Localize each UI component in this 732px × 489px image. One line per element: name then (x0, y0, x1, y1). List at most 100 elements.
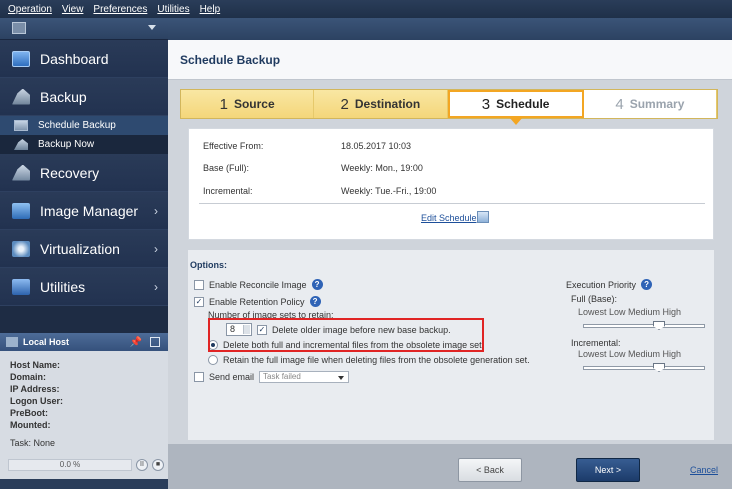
sidebar-item-virtualization[interactable]: Virtualization › (0, 230, 168, 268)
menu-view[interactable]: View (62, 4, 84, 15)
dashboard-icon (12, 50, 30, 67)
local-host-header: Local Host 📌 (0, 333, 168, 351)
sidebar-subitem-label: Backup Now (38, 139, 95, 150)
help-icon[interactable]: ? (309, 296, 321, 307)
reconcile-label: Enable Reconcile Image (209, 279, 307, 290)
reconcile-checkbox[interactable] (194, 279, 204, 290)
sidebar-item-dashboard[interactable]: Dashboard (0, 40, 168, 78)
full-base-label: Full (Base): (571, 294, 618, 304)
menu-help[interactable]: Help (200, 4, 221, 15)
incremental-priority-label: Incremental: (571, 338, 621, 348)
step-label: Schedule (496, 97, 550, 111)
incremental-value: Weekly: Tue.-Fri., 19:00 (341, 186, 437, 196)
retention-label: Enable Retention Policy (209, 296, 305, 307)
sidebar-item-schedule-backup[interactable]: Schedule Backup (0, 116, 168, 135)
utilities-icon (12, 278, 30, 295)
preboot-label: PreBoot: (10, 408, 48, 418)
task-progress-bar: 0.0 % (8, 459, 132, 471)
edit-schedule-link[interactable]: Edit Schedule (421, 213, 477, 223)
retention-checkbox[interactable]: ✓ (194, 296, 204, 307)
minimize-panel-button[interactable] (150, 337, 160, 347)
step-summary[interactable]: 4 Summary (583, 90, 717, 118)
sidebar-item-image-manager[interactable]: Image Manager › (0, 192, 168, 230)
back-button[interactable]: < Back (458, 458, 522, 482)
sidebar-item-label: Backup (40, 88, 87, 105)
priority-scale-labels: Lowest Low Medium High (578, 307, 682, 317)
sidebar-item-backup[interactable]: Backup (0, 78, 168, 116)
backup-now-icon (14, 139, 28, 150)
step-label: Summary (629, 97, 685, 111)
effective-from-value: 18.05.2017 10:03 (341, 141, 412, 151)
sidebar-item-label: Recovery (40, 164, 100, 181)
chevron-right-icon: › (154, 203, 158, 218)
retain-full-option: Retain the full image file when deleting… (208, 355, 530, 365)
step-schedule[interactable]: 3 Schedule (447, 90, 584, 125)
retain-full-label: Retain the full image file when deleting… (223, 355, 530, 365)
send-email-option: Send email Task failed (194, 371, 350, 383)
step-label: Destination (354, 97, 421, 111)
wizard-footer: < Back Next > Cancel (168, 444, 732, 489)
ip-address-label: IP Address: (10, 384, 60, 394)
menu-bar: Operation View Preferences Utilities Hel… (0, 0, 732, 18)
retention-option: ✓ Enable Retention Policy ? (194, 296, 321, 307)
next-button[interactable]: Next > (576, 458, 640, 482)
recovery-icon (12, 164, 30, 181)
pin-icon[interactable]: 📌 (130, 337, 142, 348)
reconcile-option: Enable Reconcile Image ? (194, 279, 323, 290)
schedule-icon (14, 120, 28, 131)
toolbar (0, 18, 168, 40)
send-email-label: Send email (209, 372, 255, 382)
image-manager-icon (12, 202, 30, 219)
dropdown-arrow-icon[interactable] (148, 25, 156, 30)
execution-priority-label: Execution Priority (566, 279, 637, 290)
step-number: 3 (481, 95, 491, 113)
cancel-link[interactable]: Cancel (690, 465, 718, 475)
toolbar-strip (168, 18, 732, 40)
help-icon[interactable]: ? (641, 279, 653, 290)
chevron-right-icon: › (154, 241, 158, 256)
backup-submenu: Schedule Backup Backup Now (0, 116, 168, 154)
send-email-checkbox[interactable] (194, 372, 204, 382)
priority-scale-labels: Lowest Low Medium High (578, 349, 682, 359)
base-full-label: Base (Full): (203, 163, 250, 173)
wizard-steps: 1 Source 2 Destination 3 Schedule 4 Summ… (180, 89, 718, 125)
sidebar-bottom-strip (0, 479, 168, 489)
help-icon[interactable]: ? (311, 279, 323, 290)
menu-preferences[interactable]: Preferences (93, 4, 147, 15)
incremental-priority-slider[interactable] (583, 366, 705, 370)
sidebar-item-utilities[interactable]: Utilities › (0, 268, 168, 306)
computer-icon (6, 337, 18, 347)
step-number: 1 (219, 95, 228, 113)
incremental-label: Incremental: (203, 186, 253, 196)
sidebar-item-recovery[interactable]: Recovery (0, 154, 168, 192)
effective-from-label: Effective From: (203, 141, 264, 151)
sidebar-subitem-label: Schedule Backup (38, 120, 116, 131)
local-host-title: Local Host (23, 337, 70, 347)
step-number: 2 (340, 95, 349, 113)
stop-button[interactable]: ■ (152, 459, 164, 471)
logon-user-label: Logon User: (10, 396, 63, 406)
options-title: Options: (190, 260, 227, 270)
step-destination[interactable]: 2 Destination (314, 90, 448, 118)
calendar-icon[interactable] (477, 211, 489, 223)
menu-utilities[interactable]: Utilities (157, 4, 189, 15)
retain-full-radio[interactable] (208, 355, 218, 365)
sidebar-item-backup-now[interactable]: Backup Now (0, 135, 168, 154)
step-source[interactable]: 1 Source (181, 90, 315, 118)
base-full-value: Weekly: Mon., 19:00 (341, 163, 423, 173)
email-condition-select[interactable]: Task failed (259, 371, 350, 383)
step-number: 4 (615, 95, 624, 113)
options-panel: Options: Enable Reconcile Image ? ✓ Enab… (188, 250, 714, 440)
menu-operation[interactable]: Operation (8, 4, 52, 15)
monitor-icon[interactable] (12, 22, 26, 34)
divider (199, 203, 705, 204)
main-content: Schedule Backup 1 Source 2 Destination 3… (168, 40, 732, 489)
task-status: Task: None (10, 438, 56, 448)
pause-button[interactable]: II (136, 459, 148, 471)
incremental-priority-slider-thumb[interactable] (653, 363, 665, 372)
execution-priority-title: Execution Priority ? (566, 279, 653, 290)
full-priority-slider-thumb[interactable] (653, 321, 665, 330)
full-priority-slider[interactable] (583, 324, 705, 328)
chevron-right-icon: › (154, 279, 158, 294)
domain-label: Domain: (10, 372, 46, 382)
